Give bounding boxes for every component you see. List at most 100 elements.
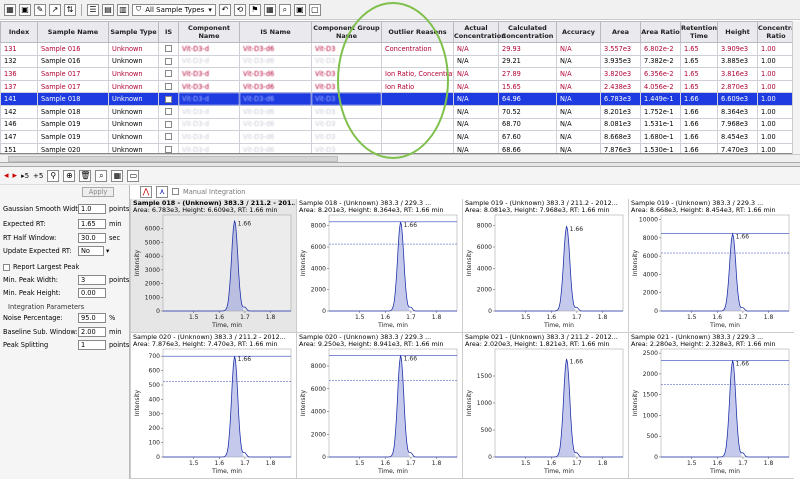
column-header[interactable]: Sample Type: [108, 21, 159, 43]
peak-icon[interactable]: ⋀: [140, 185, 152, 198]
grid-icon[interactable]: ▦: [4, 3, 16, 16]
table-cell-calc: 15.65: [498, 79, 557, 94]
chromatogram-tile[interactable]: Sample 019 - (Unknown) 383.3 / 211.2 - 2…: [462, 199, 628, 333]
chevron-down-icon[interactable]: ▾: [106, 247, 109, 255]
column-header[interactable]: Retention Time: [680, 21, 718, 43]
column-header[interactable]: Calculated Concentration: [498, 21, 557, 43]
y-tick-label: 4000: [145, 253, 160, 260]
flag-icon[interactable]: ⚑: [248, 3, 261, 16]
column-header[interactable]: Area: [600, 21, 641, 43]
column-header[interactable]: IS: [158, 21, 179, 43]
param-input[interactable]: 30.0: [78, 233, 106, 243]
y-tick-label: 600: [149, 368, 161, 375]
is-checkbox[interactable]: [165, 133, 172, 141]
edit-icon[interactable]: ✎: [34, 3, 46, 16]
is-checkbox[interactable]: [165, 70, 172, 78]
param-label-text: Integration Parameters: [8, 303, 85, 311]
chromatogram-tile[interactable]: Sample 021 - (Unknown) 383.3 / 229.3 ...…: [628, 333, 794, 479]
list-view-icon[interactable]: ▤: [102, 3, 114, 16]
param-input[interactable]: 1.65: [78, 219, 106, 229]
grid-layout-icon[interactable]: ▦: [111, 169, 124, 182]
table-cell-conc: 1.00: [757, 92, 795, 106]
chromatogram-tile[interactable]: Sample 020 - (Unknown) 383.3 / 229.3 ...…: [296, 333, 462, 479]
columns-icon[interactable]: ▥: [117, 3, 129, 16]
column-header[interactable]: Height: [717, 21, 758, 43]
table-cell-ratio: 1.449e-1: [640, 92, 681, 106]
table-vertical-scrollbar[interactable]: [792, 21, 800, 154]
chromatogram-plot[interactable]: 0 2000 4000 6000 8000 1.5 1.6 1.7 1.8 Time, min In…: [297, 345, 463, 477]
zoom-in-icon[interactable]: ⊕: [63, 169, 76, 182]
is-checkbox[interactable]: [165, 83, 172, 91]
column-header[interactable]: Area Ratio: [640, 21, 681, 43]
is-checkbox[interactable]: [165, 45, 172, 53]
manual-integration-checkbox[interactable]: [172, 188, 179, 195]
is-checkbox[interactable]: [165, 120, 172, 128]
step-forward-button[interactable]: +5: [33, 172, 43, 180]
param-input[interactable]: 1: [78, 340, 106, 350]
x-tick-label: 1.8: [432, 460, 442, 467]
baseline-icon[interactable]: ⋏: [156, 185, 168, 198]
column-header[interactable]: Index: [0, 21, 38, 43]
chromatogram-tile[interactable]: Sample 018 - (Unknown) 383.3 / 229.3 ...…: [296, 199, 462, 333]
column-header[interactable]: Sample Name: [37, 21, 109, 43]
is-checkbox[interactable]: [165, 108, 172, 116]
is-checkbox[interactable]: [165, 57, 172, 65]
table-cell-isname: Vit-D3-d6: [239, 104, 312, 119]
column-header[interactable]: IS Name: [239, 21, 312, 43]
zoom-icon[interactable]: ⌕: [278, 3, 291, 16]
chromatogram-plot[interactable]: 0 1000 2000 3000 4000 5000 6000 1.5 1.6 1.7 1.8 Tim…: [131, 211, 297, 331]
param-label-text: Update Expected RT:: [3, 247, 72, 255]
chromatogram-tile[interactable]: Sample 020 - (Unknown) 383.3 / 211.2 - 2…: [130, 333, 296, 479]
param-input[interactable]: 0.00: [78, 288, 106, 298]
param-input[interactable]: 95.0: [78, 313, 106, 323]
chromatogram-plot[interactable]: 0 500 1000 1500 1.5 1.6 1.7 1.8 Time, min Intensi…: [463, 345, 629, 477]
column-header[interactable]: Concentration Ratio: [757, 21, 800, 43]
sample-type-filter[interactable]: ⛉ All Sample Types ▾: [132, 3, 216, 16]
chromatogram-plot[interactable]: 0 500 1000 1500 2000 2500 1.5 1.6 1.7 1.8 Time, mi…: [629, 345, 795, 477]
y-tick-label: 10000: [639, 217, 658, 224]
table-cell-actual: N/A: [453, 67, 499, 81]
chromatogram-tile[interactable]: Sample 021 - (Unknown) 383.3 / 211.2 - 2…: [462, 333, 628, 479]
is-checkbox-cell: [158, 67, 179, 81]
step-back-button[interactable]: ▸5: [21, 172, 29, 180]
chromatogram-tile[interactable]: Sample 019 - (Unknown) 383.3 / 229.3 ...…: [628, 199, 794, 333]
apply-button[interactable]: Apply: [82, 187, 114, 197]
chromatogram-tile[interactable]: Sample 018 - (Unknown) 383.3 / 211.2 - 2…: [130, 199, 296, 333]
undo-icon[interactable]: ↶: [218, 3, 231, 16]
column-header[interactable]: Accuracy: [556, 21, 601, 43]
column-header[interactable]: Actual Concentration: [453, 21, 506, 43]
table-cell-ratio: 7.382e-2: [640, 54, 681, 69]
param-input[interactable]: 2.00: [78, 327, 106, 337]
pin-icon[interactable]: ⚲: [47, 169, 60, 182]
reset-icon[interactable]: ⟲: [233, 3, 246, 16]
report-largest-peak-checkbox[interactable]: [3, 263, 10, 271]
sort-icon[interactable]: ⇅: [64, 3, 76, 16]
delete-icon[interactable]: 🗑: [79, 169, 92, 182]
chromatogram-plot[interactable]: 0 2000 4000 6000 8000 1.5 1.6 1.7 1.8 Time, min In…: [463, 211, 629, 331]
layout-icon[interactable]: ▣: [293, 3, 306, 16]
is-checkbox[interactable]: [165, 95, 172, 103]
window-icon[interactable]: ▢: [308, 3, 321, 16]
column-header[interactable]: Component Name: [178, 21, 240, 43]
chromatogram-plot[interactable]: 0 100 200 300 400 500 600 700 1.5 1.6 1.7 1.8 Time, …: [131, 345, 297, 477]
chromatogram-plot[interactable]: 0 2000 4000 6000 8000 1.5 1.6 1.7 1.8 Time, min In…: [297, 211, 463, 331]
previous-sample-icon[interactable]: ◂: [4, 171, 9, 181]
update-rt-select[interactable]: No: [78, 246, 104, 256]
save-icon[interactable]: ▣: [19, 3, 31, 16]
table-cell-actual: N/A: [453, 142, 499, 153]
is-checkbox[interactable]: [165, 146, 172, 153]
search-icon[interactable]: ⌕: [95, 169, 108, 182]
table-cell-index: 141: [0, 92, 38, 106]
single-layout-icon[interactable]: ▭: [127, 169, 140, 182]
chromatogram-plot[interactable]: 0 2000 4000 6000 8000 10000 1.5 1.6 1.7 1.8 Time, …: [629, 211, 795, 331]
table-cell-ratio: 6.802e-2: [640, 42, 681, 56]
chart-icon[interactable]: ↗: [49, 3, 61, 16]
report-icon[interactable]: ▦: [263, 3, 276, 16]
param-input[interactable]: 3: [78, 275, 106, 285]
table-cell-type: Unknown: [108, 92, 159, 106]
table-cell-ratio: 6.356e-2: [640, 67, 681, 81]
manual-integration-toggle[interactable]: ⋀ ⋏ Manual Integration: [140, 185, 245, 198]
table-view-icon[interactable]: ☰: [87, 3, 99, 16]
param-input[interactable]: 1.0: [78, 204, 106, 214]
next-sample-icon[interactable]: ▸: [13, 171, 18, 181]
